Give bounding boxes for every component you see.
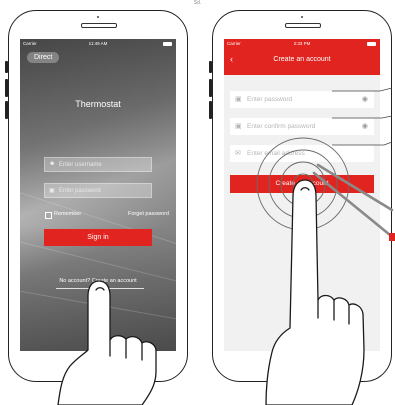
create-account-screen: Carrier 2:33 PM ‹ Create an account ▣ En…	[224, 39, 380, 351]
side-button	[209, 79, 212, 97]
battery-icon	[163, 42, 172, 46]
speaker-slot	[285, 23, 321, 28]
side-button	[209, 101, 212, 119]
lock-icon: ▣	[49, 188, 55, 194]
side-button	[209, 61, 212, 73]
side-button	[5, 79, 8, 97]
status-time: 2:33 PM	[293, 41, 311, 46]
bottom-label: ST	[94, 331, 102, 337]
battery-icon	[367, 42, 376, 46]
page-title: Create an account	[273, 56, 331, 63]
remember-label: Remember	[54, 211, 82, 217]
username-field[interactable]: ☻ Enter username	[44, 157, 152, 172]
direct-button[interactable]: Direct	[27, 52, 60, 63]
create-account-link[interactable]: No account? Create an account	[42, 278, 154, 284]
camera-dot	[97, 16, 99, 18]
status-bar: Carrier 2:33 PM	[224, 39, 380, 49]
forgot-password-link[interactable]: Forget password	[128, 211, 169, 217]
home-button[interactable]	[290, 361, 312, 383]
confirm-password-placeholder: Enter confirm password	[247, 123, 316, 130]
home-button[interactable]	[86, 361, 108, 383]
side-button	[5, 101, 8, 119]
header-bar: Carrier 2:33 PM ‹ Create an account	[224, 39, 380, 75]
email-field[interactable]: ✉ Enter email address	[230, 145, 374, 162]
background-photo-line	[20, 289, 176, 325]
right-phone-frame: Carrier 2:33 PM ‹ Create an account ▣ En…	[209, 10, 392, 383]
side-button	[5, 61, 8, 73]
password-placeholder: Enter password	[59, 187, 101, 194]
confirm-password-field[interactable]: ▣ Enter confirm password ◉	[230, 118, 374, 135]
password-field[interactable]: ▣ Enter password ◉	[230, 91, 374, 108]
username-placeholder: Enter username	[59, 161, 102, 168]
lock-icon: ▣	[235, 123, 242, 130]
user-icon: ☻	[49, 161, 56, 167]
status-bar: Carrier 11:49 AM	[20, 39, 176, 49]
eye-icon[interactable]: ◉	[362, 122, 368, 130]
eye-icon[interactable]: ◉	[362, 95, 368, 103]
speaker-slot	[81, 23, 117, 28]
status-time: 11:49 AM	[88, 41, 108, 46]
link-underline	[56, 288, 144, 289]
top-mark: Sd.	[193, 0, 202, 6]
left-phone-frame: Carrier 11:49 AM Direct Thermostat ☻ Ent…	[5, 10, 188, 383]
camera-dot	[301, 16, 303, 18]
login-screen: Carrier 11:49 AM Direct Thermostat ☻ Ent…	[20, 39, 176, 351]
lock-icon: ▣	[235, 96, 242, 103]
sign-in-button[interactable]: Sign in	[44, 229, 152, 246]
password-field[interactable]: ▣ Enter password	[44, 183, 152, 198]
remember-checkbox[interactable]	[45, 212, 52, 219]
create-account-button[interactable]: Create an account	[230, 175, 374, 193]
password-placeholder: Enter password	[247, 96, 293, 103]
email-placeholder: Enter email address	[247, 150, 305, 157]
app-title: Thermostat	[75, 99, 121, 109]
mail-icon: ✉	[235, 150, 241, 157]
